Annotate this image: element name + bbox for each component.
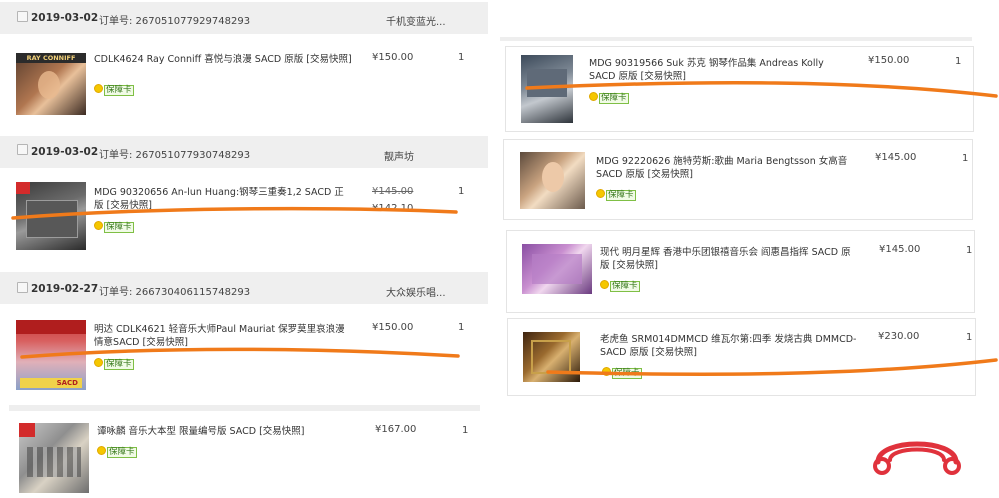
- product-price: ¥150.00: [372, 322, 414, 333]
- product-title[interactable]: CDLK4624 Ray Conniff 喜悦与浪漫 SACD 原版 [交易快照…: [94, 53, 352, 66]
- cover-text: SACD: [20, 378, 82, 388]
- product-quantity: 1: [966, 245, 973, 256]
- guarantee-badge[interactable]: 保障卡: [94, 221, 134, 233]
- shop-name[interactable]: 千机变蓝光...: [386, 13, 446, 28]
- product-price: ¥230.00: [878, 331, 920, 342]
- strike-stroke: [20, 347, 460, 359]
- product-thumbnail[interactable]: [19, 423, 89, 493]
- product-quantity: 1: [962, 153, 969, 164]
- guarantee-icon: [600, 280, 609, 289]
- product-price: ¥150.00: [868, 55, 910, 66]
- product-title[interactable]: MDG 92220626 施特劳斯:歌曲 Maria Bengtsson 女高音…: [596, 155, 856, 181]
- order-number: 订单号: 267051077930748293: [99, 150, 251, 161]
- guarantee-badge[interactable]: 保障卡: [97, 446, 137, 458]
- order-number: 订单号: 266730406115748293: [99, 287, 251, 298]
- product-quantity: 1: [462, 425, 469, 436]
- guarantee-badge[interactable]: 保障卡: [596, 189, 636, 201]
- product-title[interactable]: 老虎鱼 SRM014DMMCD 维瓦尔第:四季 发烧古典 DMMCD-SACD …: [600, 333, 860, 359]
- guarantee-badge[interactable]: 保障卡: [589, 92, 629, 104]
- order-date: 2019-02-27: [31, 283, 99, 295]
- guarantee-icon: [94, 358, 103, 367]
- guarantee-badge[interactable]: 保障卡: [600, 280, 640, 292]
- product-price: ¥142.10: [372, 203, 414, 214]
- product-thumbnail[interactable]: SACD: [16, 320, 86, 390]
- product-thumbnail[interactable]: [522, 244, 592, 294]
- product-price: ¥145.00: [879, 244, 921, 255]
- order-checkbox[interactable]: [17, 11, 28, 22]
- product-thumbnail[interactable]: [521, 55, 573, 123]
- product-title[interactable]: MDG 90320656 An-lun Huang:钢琴三重奏1,2 SACD …: [94, 186, 352, 212]
- product-quantity: 1: [458, 186, 465, 197]
- original-price: ¥145.00: [372, 186, 414, 197]
- shop-name[interactable]: 大众娱乐唱...: [386, 284, 446, 299]
- headphones-icon: [873, 441, 961, 475]
- guarantee-icon: [589, 92, 598, 101]
- divider: [500, 37, 972, 41]
- order-date: 2019-03-02: [31, 146, 99, 158]
- product-price: ¥145.00: [875, 152, 917, 163]
- guarantee-badge[interactable]: 保障卡: [602, 367, 642, 379]
- product-thumbnail[interactable]: [520, 152, 585, 209]
- product-title[interactable]: 现代 明月星辉 香港中乐团银禧音乐会 阎惠昌指挥 SACD 原版 [交易快照]: [600, 246, 860, 272]
- cover-text: RAY CONNIFF: [16, 53, 86, 63]
- product-quantity: 1: [955, 56, 962, 67]
- product-thumbnail[interactable]: [16, 182, 86, 250]
- product-title[interactable]: 谭咏麟 音乐大本型 限量编号版 SACD [交易快照]: [97, 425, 357, 438]
- guarantee-badge[interactable]: 保障卡: [94, 84, 134, 96]
- product-title[interactable]: MDG 90319566 Suk 苏克 钢琴作品集 Andreas Kolly …: [589, 57, 849, 83]
- product-quantity: 1: [458, 322, 465, 333]
- guarantee-icon: [596, 189, 605, 198]
- guarantee-icon: [94, 84, 103, 93]
- order-checkbox[interactable]: [17, 144, 28, 155]
- guarantee-icon: [97, 446, 106, 455]
- product-thumbnail[interactable]: [523, 332, 580, 382]
- product-thumbnail[interactable]: RAY CONNIFF: [16, 53, 86, 115]
- product-quantity: 1: [458, 52, 465, 63]
- order-date: 2019-03-02: [31, 12, 99, 24]
- divider: [9, 405, 480, 411]
- shop-name[interactable]: 靓声坊: [384, 148, 414, 163]
- order-checkbox[interactable]: [17, 282, 28, 293]
- product-price: ¥150.00: [372, 52, 414, 63]
- guarantee-icon: [602, 367, 611, 376]
- guarantee-badge[interactable]: 保障卡: [94, 358, 134, 370]
- product-title[interactable]: 明达 CDLK4621 轻音乐大师Paul Mauriat 保罗莫里哀浪漫情意S…: [94, 323, 352, 349]
- order-number: 订单号: 267051077929748293: [99, 16, 251, 27]
- product-price: ¥167.00: [375, 424, 417, 435]
- product-quantity: 1: [966, 332, 973, 343]
- guarantee-icon: [94, 221, 103, 230]
